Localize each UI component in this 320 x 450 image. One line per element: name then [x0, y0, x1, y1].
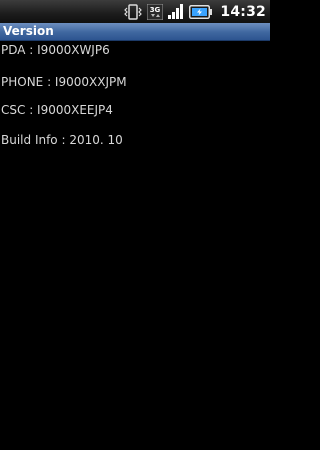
title-bar: Version [0, 23, 270, 41]
info-csc: CSC : I9000XEEJP4 [1, 103, 113, 117]
network-3g-icon: 3G [147, 3, 164, 20]
info-phone: PHONE : I9000XXJPM [1, 75, 127, 89]
info-build: Build Info : 2010. 10 [1, 133, 123, 147]
status-bar[interactable]: 3G 14:32 [0, 0, 270, 24]
info-pda: PDA : I9000XWJP6 [1, 43, 110, 57]
status-clock: 14:32 [220, 3, 266, 20]
network-label: 3G [150, 6, 161, 14]
vibrate-icon [124, 3, 143, 20]
page-title: Version [3, 24, 54, 38]
status-icons: 3G 14:32 [124, 0, 266, 23]
battery-charging-icon [189, 4, 213, 19]
signal-icon [168, 4, 184, 19]
